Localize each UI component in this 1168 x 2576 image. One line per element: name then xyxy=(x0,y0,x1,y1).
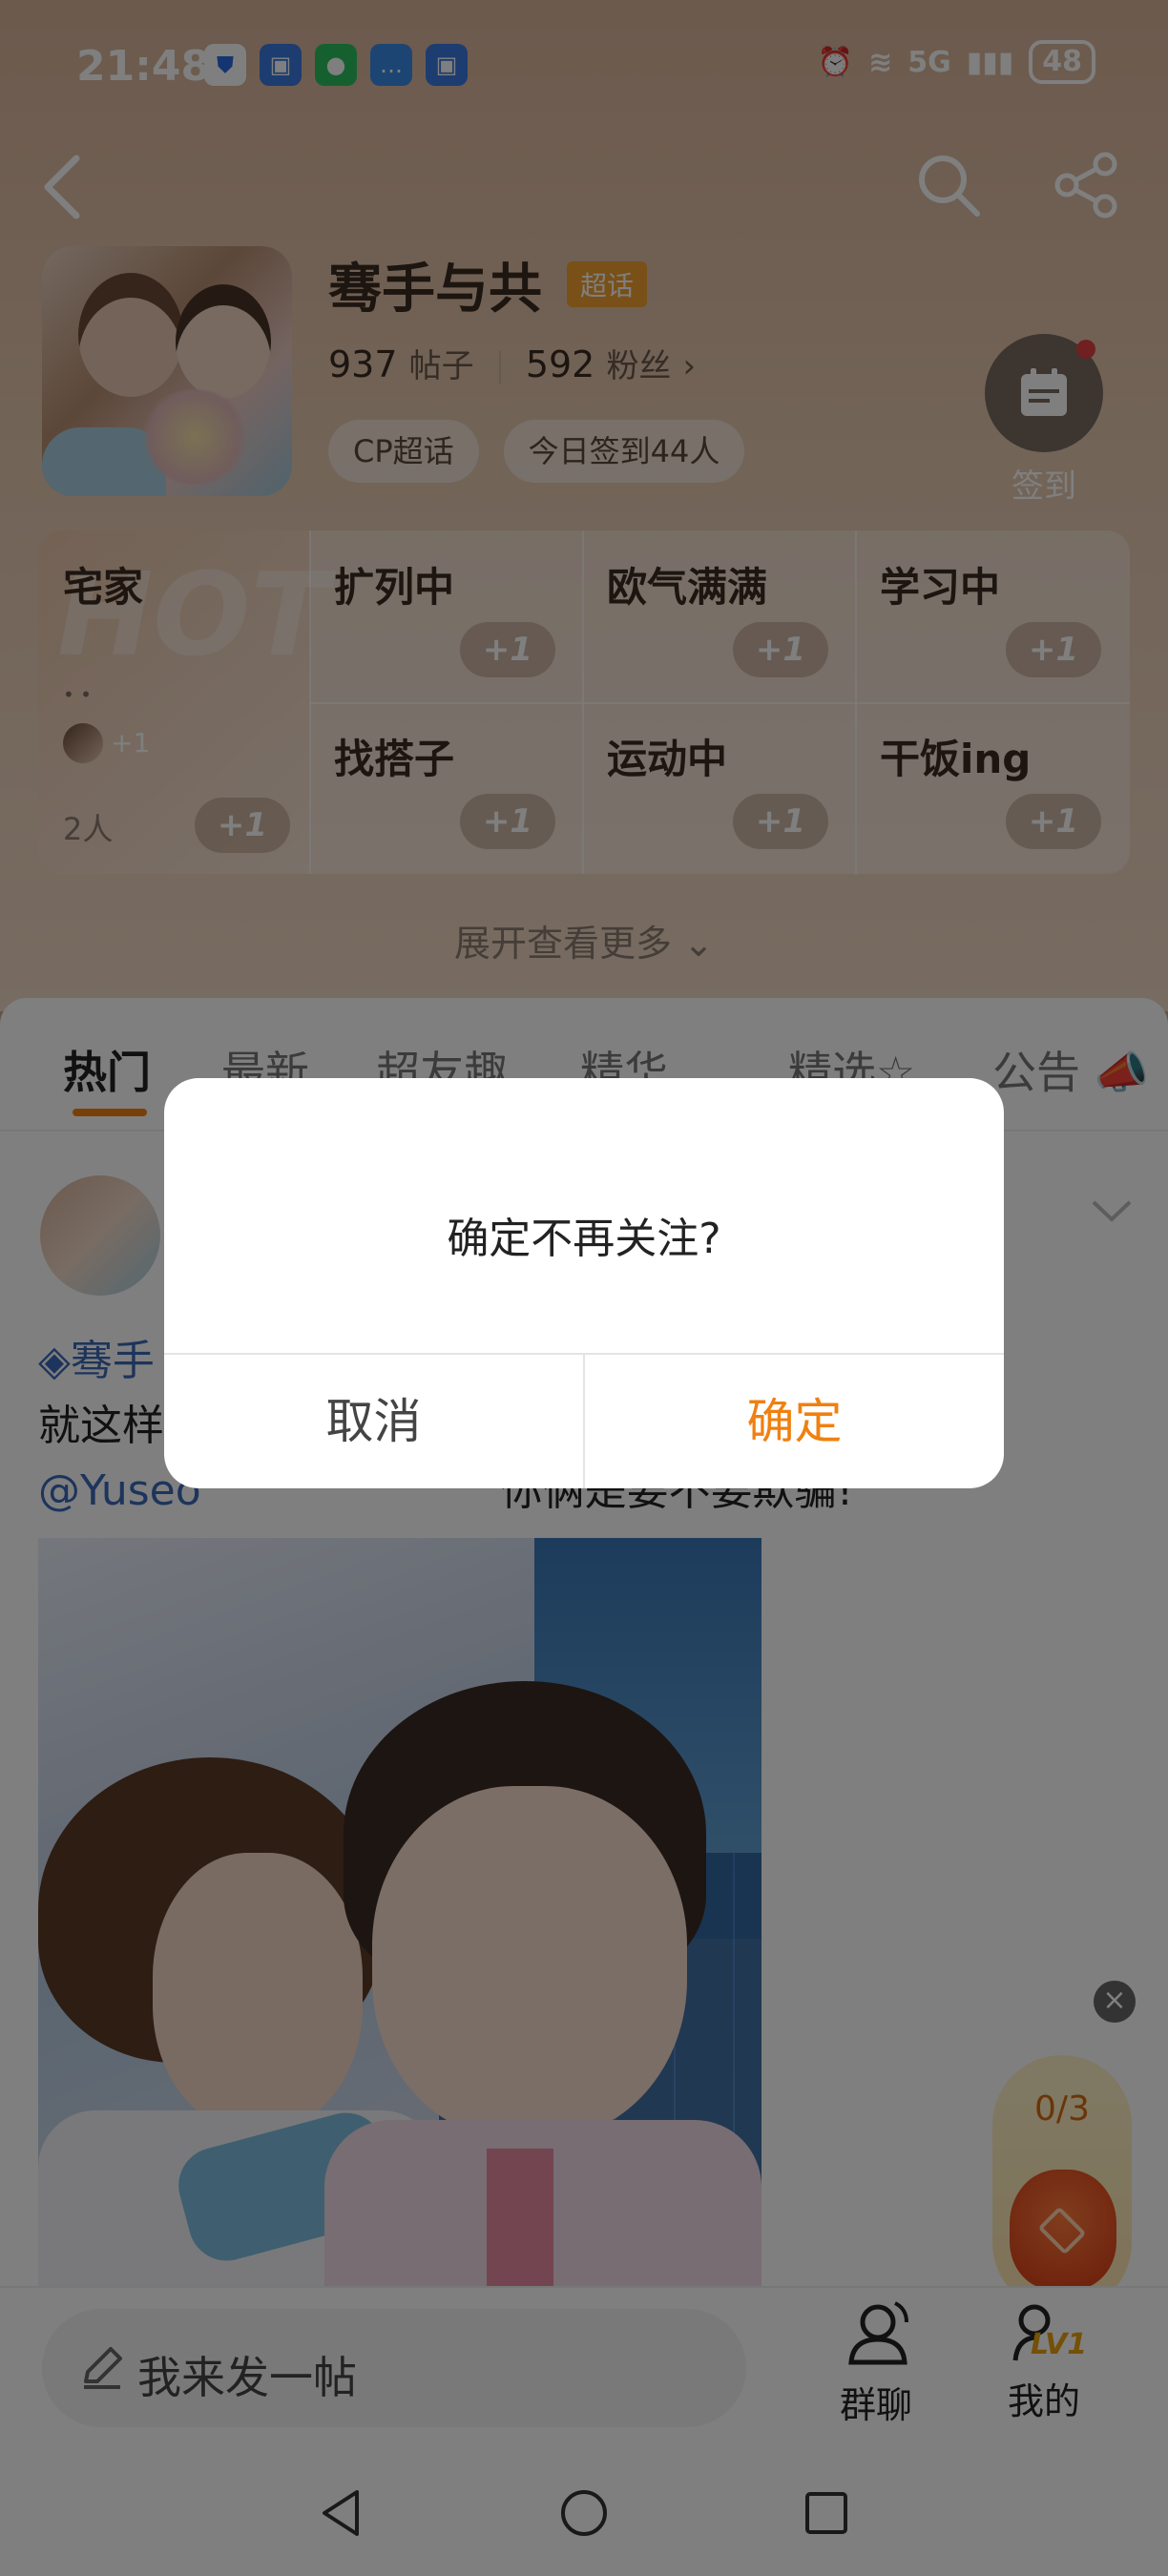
dialog-message: 确定不再关注? xyxy=(447,1215,721,1263)
confirm-button[interactable]: 确定 xyxy=(585,1355,1004,1488)
unfollow-confirm-dialog: 确定不再关注? 取消 确定 xyxy=(164,1078,1004,1488)
cancel-button[interactable]: 取消 xyxy=(164,1355,583,1488)
